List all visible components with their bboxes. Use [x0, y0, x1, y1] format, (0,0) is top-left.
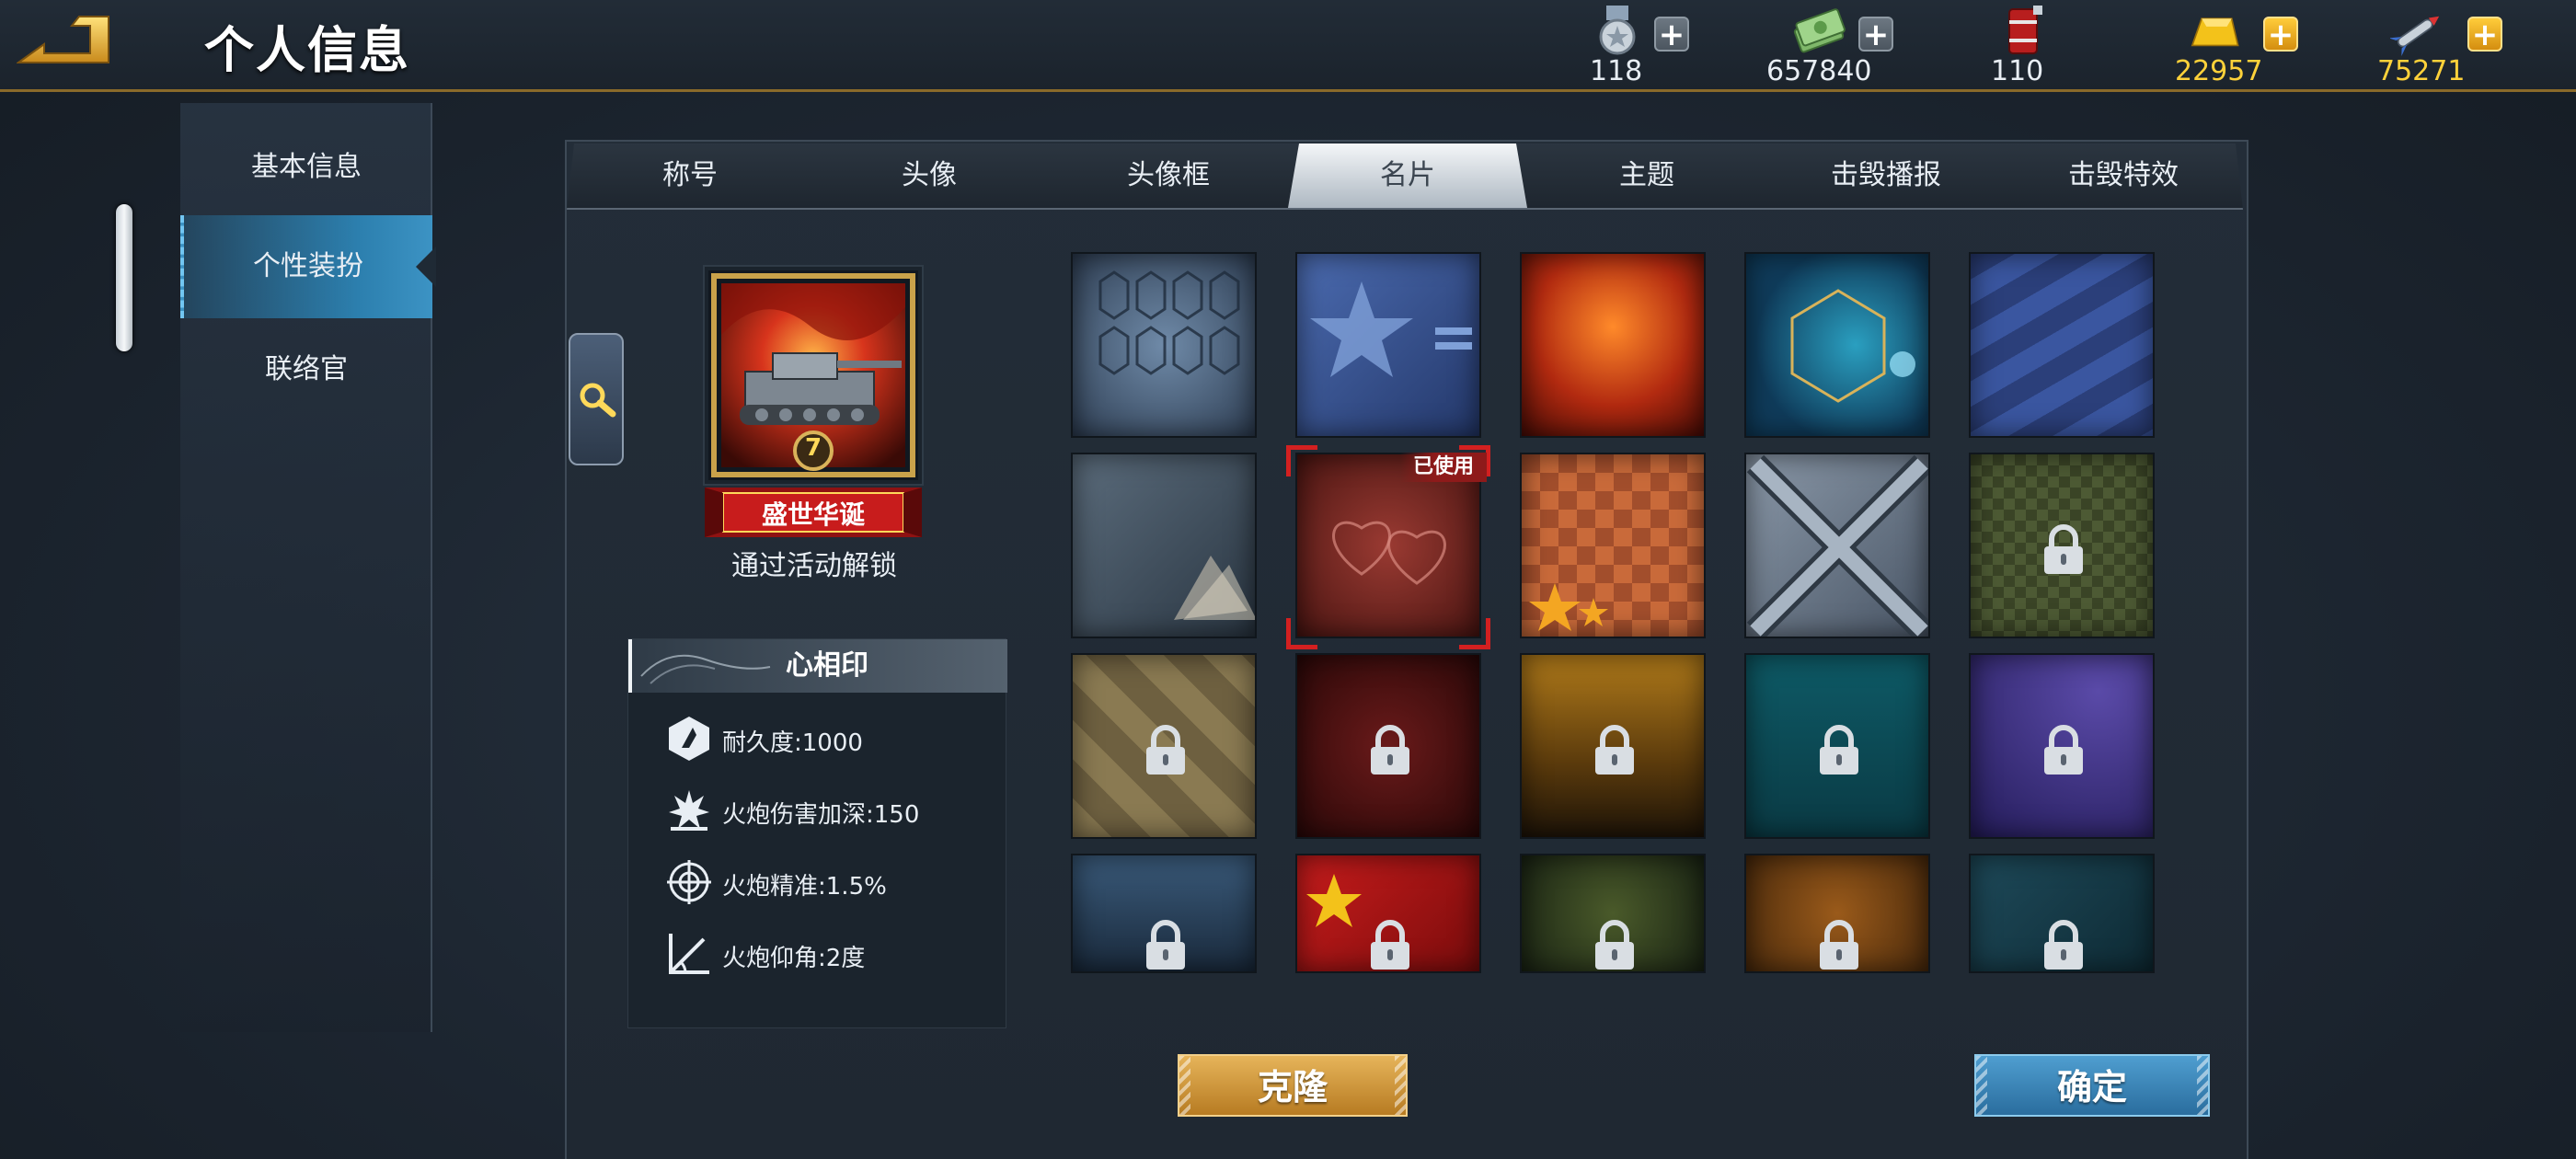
resource-gold: + 22957	[2175, 0, 2304, 88]
fuel-value: 110	[1991, 55, 2044, 87]
lock-icon	[1143, 920, 1189, 971]
fuel-barrel-icon	[2008, 6, 2042, 54]
card-tile-11[interactable]	[1071, 653, 1257, 839]
lock-icon	[1592, 920, 1638, 971]
page-title: 个人信息	[204, 21, 410, 79]
card-stats-box: 心相印 耐久度:1000 火炮伤害加深:150 火炮精准:1.5% 火炮仰角:2…	[627, 638, 1007, 1028]
lock-icon	[2041, 920, 2087, 971]
resource-cash: + 657840	[1766, 0, 1904, 88]
back-arrow-icon	[15, 16, 109, 63]
stat-elevation: 火炮仰角:2度	[722, 945, 866, 972]
card-tile-16[interactable]	[1071, 854, 1257, 973]
add-medal-button[interactable]: +	[1654, 17, 1689, 52]
stats-title: 心相印	[786, 649, 868, 682]
side-nav: 基本信息 个性装扮 联络官	[180, 103, 432, 1032]
tab-avatar[interactable]: 头像	[810, 143, 1049, 208]
lock-icon	[1367, 725, 1413, 776]
card-tile-14[interactable]	[1744, 653, 1930, 839]
stat-row-durability: 耐久度:1000	[665, 715, 996, 768]
gold-bar-icon	[2191, 17, 2239, 47]
card-tile-18[interactable]	[1520, 854, 1706, 973]
tab-bar: 称号 头像 头像框 名片 主题 击毁播报 击毁特效	[567, 143, 2243, 210]
stat-row-elevation: 火炮仰角:2度	[665, 930, 996, 983]
cash-value: 657840	[1766, 55, 1872, 87]
side-item-basic-info[interactable]: 基本信息	[180, 116, 432, 219]
lock-icon	[1367, 920, 1413, 971]
card-badge-number: 7	[804, 434, 822, 462]
stat-durability: 耐久度:1000	[722, 729, 863, 757]
card-tile-8[interactable]	[1520, 453, 1706, 638]
explosion-icon	[669, 790, 709, 831]
card-tile-5[interactable]	[1969, 252, 2155, 438]
tab-avatar-frame[interactable]: 头像框	[1049, 143, 1288, 208]
name-card-preview: 7	[705, 267, 922, 484]
hex-pattern-art	[1098, 270, 1240, 375]
elevation-angle-icon	[669, 934, 709, 974]
star-art	[1310, 281, 1472, 377]
stars-art	[1529, 583, 1608, 631]
tab-theme[interactable]: 主题	[1527, 143, 1766, 208]
card-banner: 盛世华诞	[705, 484, 922, 541]
stat-row-accuracy: 火炮精准:1.5%	[665, 858, 996, 912]
side-item-personalize[interactable]: 个性装扮	[180, 215, 432, 318]
top-bar: 个人信息 + 118 + 657840 110 + 22957 + 75271	[0, 0, 2576, 92]
tab-kill-effect[interactable]: 击毁特效	[2004, 143, 2243, 208]
card-tile-10[interactable]	[1969, 453, 2155, 638]
pages-art	[1174, 556, 1255, 620]
resource-fuel: 110	[1991, 0, 2064, 88]
confirm-button[interactable]: 确定	[1974, 1054, 2210, 1117]
hexagon-tech-art	[1790, 289, 1915, 403]
crosshair-icon	[667, 860, 711, 904]
unlock-hint: 通过活动解锁	[731, 550, 897, 582]
magnifier-icon	[580, 383, 616, 418]
cash-icon	[1793, 8, 1846, 53]
card-tile-17[interactable]	[1295, 854, 1481, 973]
stat-row-damage: 火炮伤害加深:150	[665, 786, 996, 840]
tab-kill-broadcast[interactable]: 击毁播报	[1766, 143, 2006, 208]
card-tile-13[interactable]	[1520, 653, 1706, 839]
stat-damage: 火炮伤害加深:150	[722, 801, 920, 829]
back-button[interactable]	[15, 13, 118, 70]
card-tile-3[interactable]	[1520, 252, 1706, 438]
side-scroll-handle[interactable]	[116, 204, 132, 351]
tab-name-card[interactable]: 名片	[1288, 143, 1527, 208]
armor-shield-icon	[669, 717, 709, 761]
gold-value: 22957	[2175, 55, 2263, 87]
card-tile-4[interactable]	[1744, 252, 1930, 438]
lock-icon	[1143, 725, 1189, 776]
lock-icon	[1816, 920, 1862, 971]
lock-icon	[1592, 725, 1638, 776]
add-missile-button[interactable]: +	[2467, 17, 2502, 52]
resource-missile: + 75271	[2377, 0, 2506, 88]
used-badge: 已使用	[1400, 453, 1487, 482]
card-tile-12[interactable]	[1295, 653, 1481, 839]
side-item-liaison[interactable]: 联络官	[180, 318, 432, 421]
card-tile-19[interactable]	[1744, 854, 1930, 973]
missile-icon	[2390, 16, 2440, 57]
card-tile-2[interactable]	[1295, 252, 1481, 438]
resource-medal: + 118	[1590, 0, 1700, 88]
banner-text: 盛世华诞	[761, 499, 865, 530]
add-gold-button[interactable]: +	[2263, 17, 2298, 52]
stat-accuracy: 火炮精准:1.5%	[722, 873, 887, 901]
medal-icon	[1599, 6, 1636, 55]
lock-icon	[2041, 725, 2087, 776]
lock-icon	[1816, 725, 1862, 776]
hearts-art	[1332, 521, 1446, 585]
card-tile-20[interactable]	[1969, 854, 2155, 973]
tab-title[interactable]: 称号	[570, 143, 810, 208]
missile-value: 75271	[2377, 55, 2466, 87]
card-tile-1[interactable]	[1071, 252, 1257, 438]
add-cash-button[interactable]: +	[1858, 17, 1893, 52]
card-tile-9[interactable]	[1744, 453, 1930, 638]
medal-value: 118	[1590, 55, 1643, 87]
steel-cross-art	[1746, 454, 1928, 637]
card-tile-15[interactable]	[1969, 653, 2155, 839]
search-button[interactable]	[569, 333, 624, 465]
lock-icon	[2041, 524, 2087, 576]
card-tile-6[interactable]	[1071, 453, 1257, 638]
clone-button[interactable]: 克隆	[1178, 1054, 1408, 1117]
